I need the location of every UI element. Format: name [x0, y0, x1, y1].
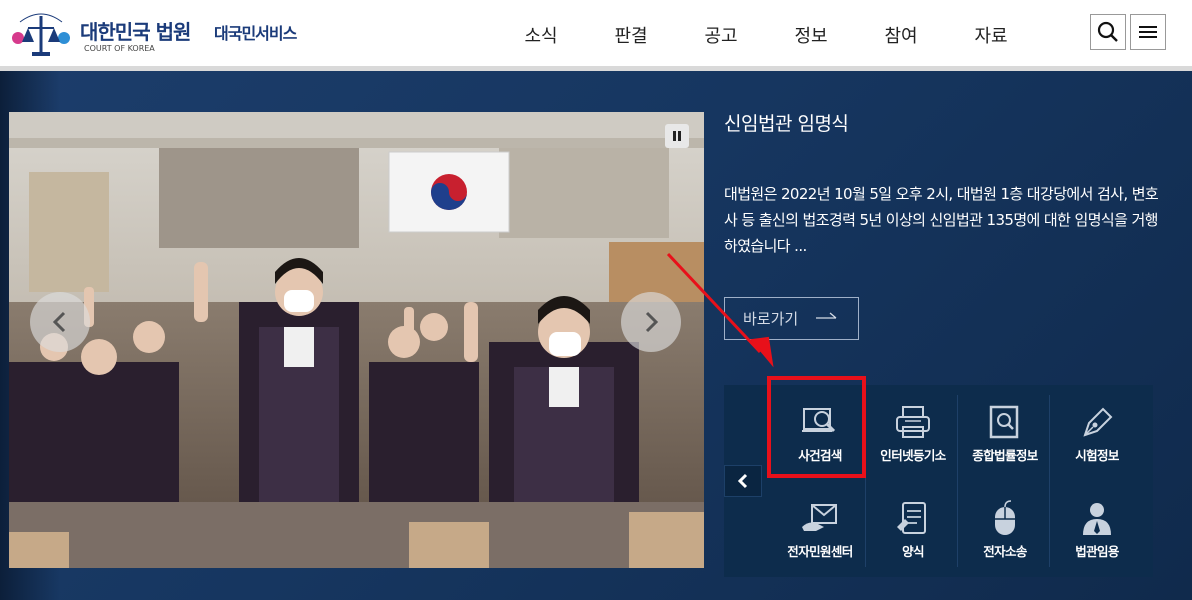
arrow-right-icon	[816, 312, 837, 319]
news-photo[interactable]	[9, 112, 704, 568]
quick-item-label: 법관임용	[1075, 544, 1119, 559]
slide-pause-button[interactable]	[665, 124, 689, 148]
service-title[interactable]: 대국민서비스	[214, 20, 297, 44]
quick-item-label: 시험정보	[1075, 448, 1119, 463]
quick-item-internet-registry[interactable]: 인터넷등기소	[867, 393, 959, 489]
chevron-left-icon	[52, 311, 66, 333]
form-document-icon	[897, 502, 926, 534]
news-summary: 대법원은 2022년 10월 5일 오후 2시, 대법원 1층 대강당에서 검사…	[724, 185, 1159, 255]
nav-item-news[interactable]: 소식	[496, 22, 586, 47]
menu-button[interactable]	[1130, 14, 1166, 50]
quick-item-e-civil-center[interactable]: 전자민원센터	[774, 489, 866, 585]
hero-banner: 신임법관 임명식 대법원은 2022년 10월 5일 오후 2시, 대법원 1층…	[0, 71, 1192, 600]
quick-item-e-litigation[interactable]: 전자소송	[959, 489, 1051, 585]
chevron-left-icon	[737, 473, 748, 489]
logo-title: 대한민국 법원	[80, 20, 191, 44]
search-button[interactable]	[1090, 14, 1126, 50]
quick-item-label: 전자민원센터	[787, 544, 853, 559]
quick-item-legal-info[interactable]: 종합법률정보	[959, 393, 1051, 489]
quick-item-forms[interactable]: 양식	[867, 489, 959, 585]
printer-icon	[896, 406, 930, 438]
judge-person-icon	[1083, 503, 1111, 535]
news-title[interactable]: 신임법관 임명식	[724, 109, 849, 136]
mouse-icon	[995, 500, 1015, 535]
slide-prev-button[interactable]	[30, 292, 90, 352]
site-logo[interactable]: 대한민국 법원 COURT OF KOREA 대국민서비스	[8, 8, 318, 60]
chevron-right-icon	[645, 311, 659, 333]
legal-info-icon	[989, 405, 1019, 439]
quick-item-exam-info[interactable]: 시험정보	[1051, 393, 1143, 489]
goto-button[interactable]: 바로가기	[724, 297, 859, 340]
logo-subtitle: COURT OF KOREA	[84, 44, 155, 53]
main-nav: 소식 판결 공고 정보 참여 자료	[496, 22, 1036, 47]
slide-next-button[interactable]	[621, 292, 681, 352]
search-icon	[1097, 21, 1118, 42]
nav-item-notices[interactable]: 공고	[676, 22, 766, 47]
quick-item-label: 종합법률정보	[972, 448, 1038, 463]
court-emblem-icon	[12, 13, 70, 56]
site-header: 대한민국 법원 COURT OF KOREA 대국민서비스 소식 판결 공고 정…	[0, 0, 1192, 66]
nav-item-info[interactable]: 정보	[766, 22, 856, 47]
hamburger-menu-icon	[1139, 26, 1157, 38]
mail-hand-icon	[802, 504, 837, 531]
highlight-box	[767, 376, 866, 478]
nav-item-judgments[interactable]: 판결	[586, 22, 676, 47]
ceremony-photo-image	[9, 112, 704, 568]
goto-label: 바로가기	[743, 310, 799, 328]
nav-item-participation[interactable]: 참여	[856, 22, 946, 47]
pause-icon	[673, 131, 681, 141]
quick-item-label: 전자소송	[983, 544, 1027, 559]
quick-item-judge-appointment[interactable]: 법관임용	[1051, 489, 1143, 585]
pen-nib-icon	[1083, 407, 1113, 437]
quick-item-label: 양식	[902, 544, 924, 559]
quick-prev-button[interactable]	[724, 465, 762, 497]
quick-item-label: 인터넷등기소	[880, 448, 946, 463]
nav-item-resources[interactable]: 자료	[946, 22, 1036, 47]
